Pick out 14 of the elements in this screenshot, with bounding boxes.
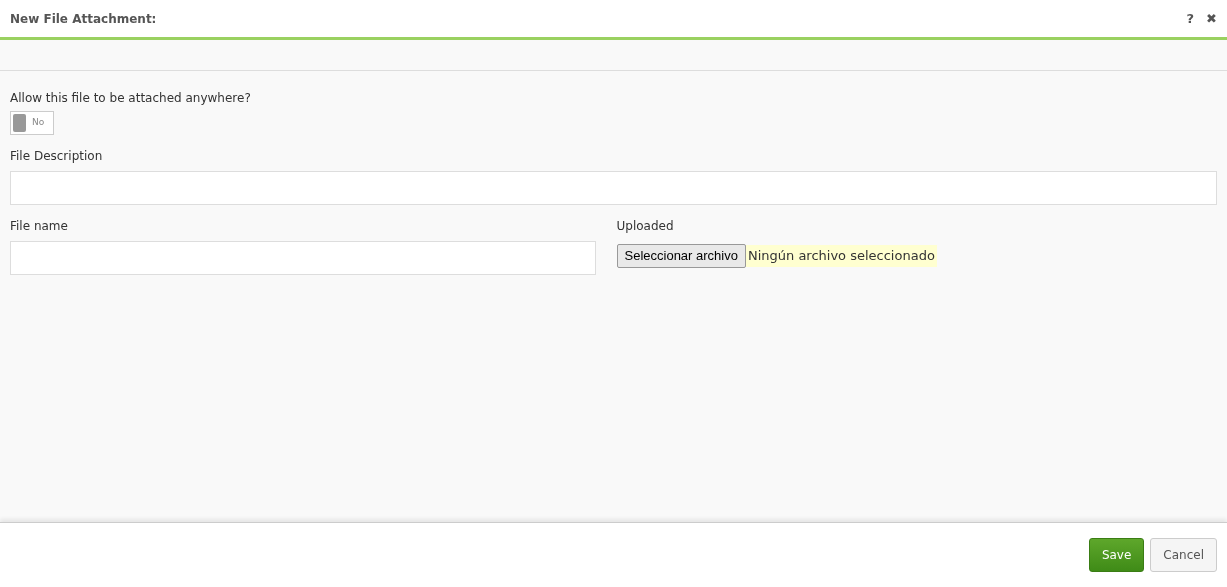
close-icon[interactable]: ✖ [1206,8,1217,29]
window-title: New File Attachment: [10,10,157,28]
cancel-button[interactable]: Cancel [1150,538,1217,572]
help-icon[interactable]: ? [1186,8,1195,29]
toggle-switch[interactable]: No [10,111,54,135]
input-field[interactable] [10,171,1217,205]
save-button[interactable]: Save [1088,538,1145,572]
input-field[interactable] [10,241,596,275]
field-label: File Description [10,148,103,165]
field-label: Uploaded [616,218,674,235]
file-status-text: Ningún archivo seleccionado [745,245,937,267]
field-label: Allow this file to be attached anywhere? [10,90,251,107]
field-label: File name [10,218,68,235]
file-select-button[interactable]: Seleccionar archivo [616,244,746,268]
